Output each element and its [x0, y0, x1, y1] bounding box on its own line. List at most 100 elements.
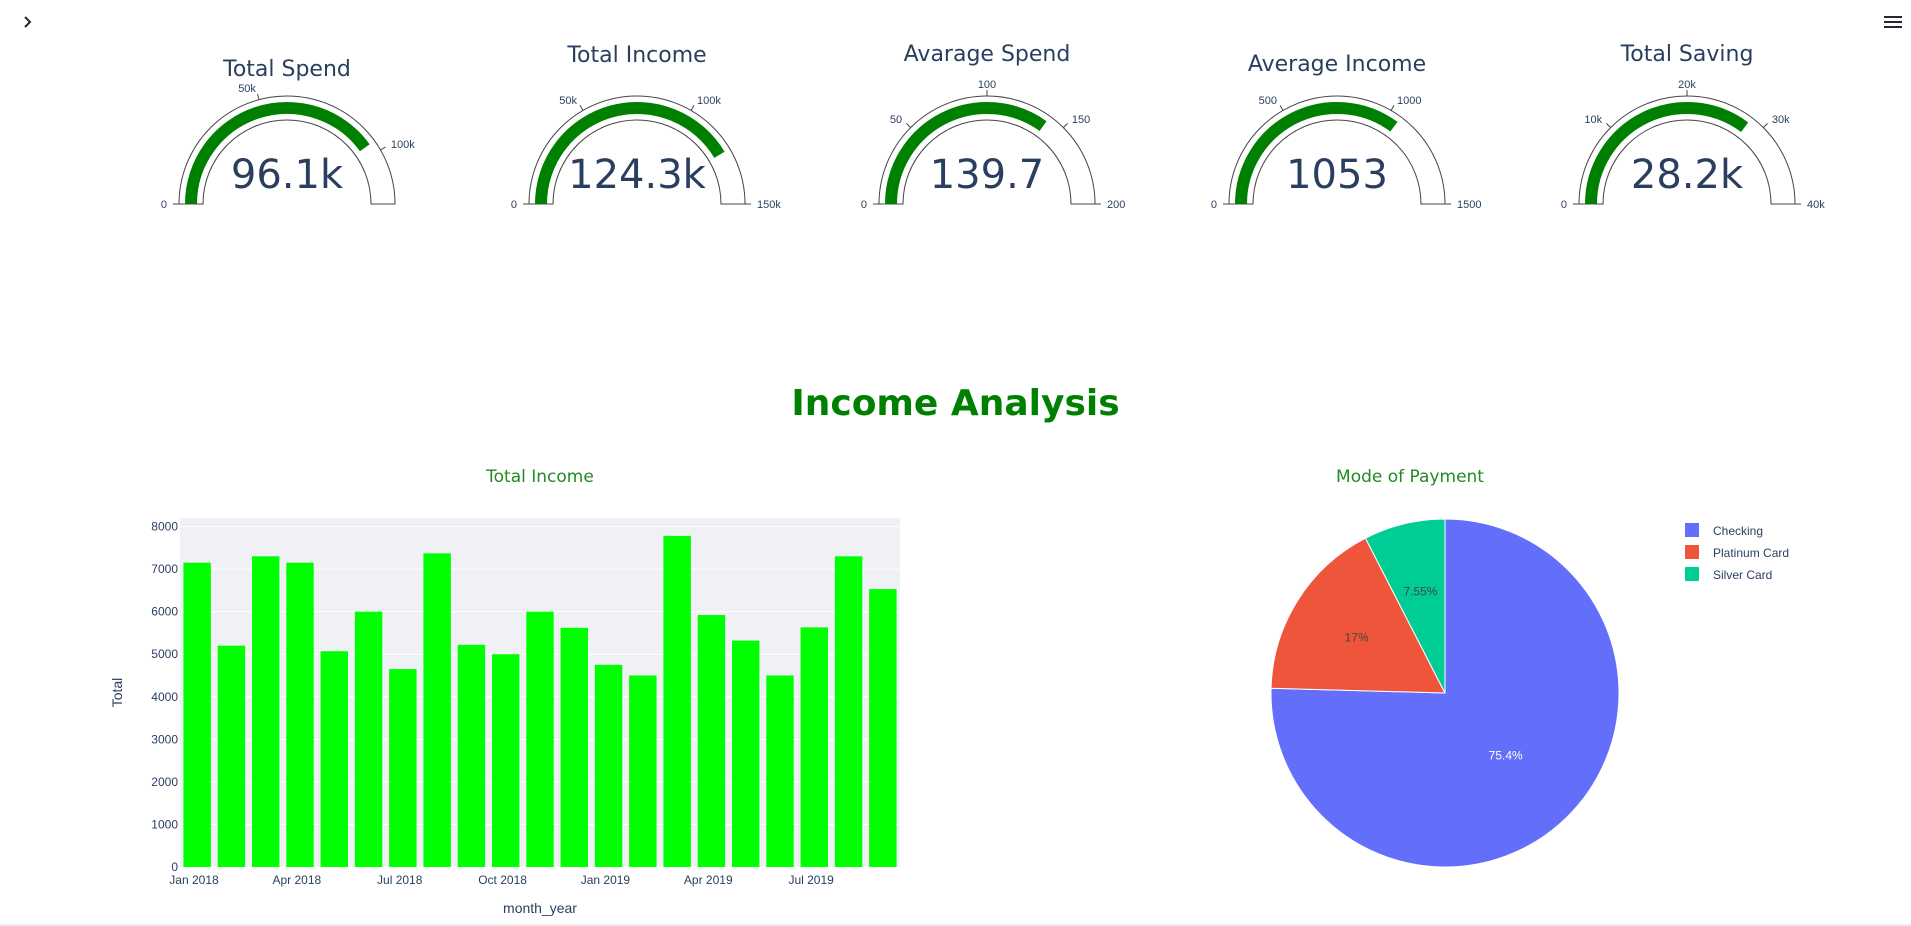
legend-swatch[interactable] [1685, 545, 1699, 559]
gauge-tick [257, 93, 260, 100]
y-tick-label: 2000 [151, 775, 178, 789]
pie-slice-label: 7.55% [1403, 585, 1437, 599]
bar[interactable] [492, 654, 520, 867]
y-tick-label: 0 [171, 860, 178, 874]
gauge-tick-label: 50k [238, 83, 256, 95]
legend-label: Checking [1713, 524, 1763, 538]
chevron-right-icon [24, 16, 32, 28]
gauge-tick-label: 0 [1561, 199, 1567, 211]
bar[interactable] [286, 562, 314, 867]
y-tick-label: 3000 [151, 732, 178, 746]
bar[interactable] [526, 611, 554, 867]
gauge-dial: 0 50 100 150 200 [861, 79, 1125, 211]
bar[interactable] [423, 553, 451, 867]
pie-chart-title: Mode of Payment [1336, 467, 1484, 487]
x-tick-label: Apr 2019 [684, 873, 733, 887]
bar[interactable] [766, 675, 794, 867]
x-tick-label: Jul 2019 [788, 873, 834, 887]
gauge-tick-label: 500 [1259, 95, 1277, 107]
legend-label: Platinum Card [1713, 546, 1789, 560]
x-tick-label: Jan 2018 [169, 873, 219, 887]
bar[interactable] [594, 664, 623, 867]
gauge-tick-label: 100k [697, 95, 721, 107]
gauge-tick-label: 150 [1072, 114, 1090, 126]
gauge-tick [1063, 123, 1068, 128]
gauge-avarage-spend: Avarage Spend 0 50 100 150 200 139.7 [837, 40, 1137, 230]
gauge-tick [579, 105, 584, 111]
bar[interactable] [320, 651, 348, 867]
bar[interactable] [560, 627, 588, 867]
mode-of-payment-pie-chart: 75.4% 17% 7.55% Checking Platinum Card Silver… [1270, 518, 1789, 868]
gauge-tick-label: 100k [391, 139, 415, 151]
bar[interactable] [389, 669, 417, 867]
gauge-tick-label: 20k [1678, 79, 1696, 91]
total-income-bar-chart: 0 1000 2000 3000 4000 5000 6000 7000 8000 Jan 201… [109, 518, 900, 916]
pie-slice-label: 75.4% [1489, 748, 1523, 762]
gauge-value: 139.7 [929, 152, 1045, 198]
gauge-tick-label: 50k [559, 95, 577, 107]
gauge-total-income: Total Income 0 50k 100k 150k 124.3k [487, 40, 787, 230]
gauge-tick [1763, 123, 1768, 128]
gauge-tick [1279, 105, 1284, 111]
hamburger-menu-icon [1884, 16, 1902, 28]
gauge-tick-label: 50 [890, 114, 902, 126]
legend-swatch[interactable] [1685, 567, 1699, 581]
gauge-tick-label: 200 [1107, 199, 1125, 211]
gauge-dial: 0 500 1000 1500 [1211, 95, 1482, 211]
gauge-total-saving: Total Saving 0 10k 20k 30k 40k 28.2k [1537, 40, 1837, 230]
gauge-tick-label: 30k [1772, 114, 1790, 126]
gauge-dial: 0 50k 100k 150k [511, 95, 781, 211]
section-title: Income Analysis [791, 383, 1120, 424]
gauge-dial: 0 10k 20k 30k 40k [1561, 79, 1825, 211]
gauge-value: 124.3k [568, 152, 706, 198]
gauge-tick-label: 150k [757, 199, 781, 211]
x-tick-label: Apr 2018 [273, 873, 322, 887]
bar[interactable] [732, 640, 760, 867]
gauge-tick-label: 0 [161, 199, 167, 211]
gauge-value: 1053 [1286, 152, 1388, 198]
bar[interactable] [354, 611, 383, 867]
gauge-tick-label: 1000 [1397, 95, 1421, 107]
bar[interactable] [629, 675, 657, 867]
y-tick-label: 5000 [151, 647, 178, 661]
x-tick-label: Jul 2018 [377, 873, 423, 887]
gauge-tick-label: 100 [978, 79, 996, 91]
y-tick-label: 4000 [151, 690, 178, 704]
y-tick-label: 6000 [151, 605, 178, 619]
bar-chart-title: Total Income [486, 467, 594, 487]
bar[interactable] [800, 627, 828, 867]
gauge-tick-label: 10k [1584, 114, 1602, 126]
gauge-tick-label: 0 [511, 199, 517, 211]
gauge-tick [690, 105, 695, 111]
x-tick-label: Jan 2019 [581, 873, 631, 887]
legend-label: Silver Card [1713, 568, 1772, 582]
gauge-tick [906, 123, 911, 128]
bar[interactable] [252, 556, 280, 867]
gauge-tick-label: 40k [1807, 199, 1825, 211]
sidebar-expand-button[interactable] [14, 8, 42, 36]
bar[interactable] [663, 535, 691, 867]
bar[interactable] [869, 589, 897, 867]
gauge-value: 96.1k [230, 152, 344, 198]
legend-swatch[interactable] [1685, 523, 1699, 537]
gauge-tick-label: 1500 [1457, 199, 1481, 211]
bar[interactable] [183, 562, 211, 867]
bar[interactable] [217, 645, 246, 867]
gauge-dial: 0 50k 100k [161, 83, 415, 211]
gauge-tick-label: 0 [861, 199, 867, 211]
gauge-average-income: Average Income 0 500 1000 1500 1053 [1187, 40, 1487, 230]
main-menu-button[interactable] [1879, 8, 1907, 36]
gauge-total-spend: Total Spend 0 50k 100k 96.1k [137, 40, 437, 230]
y-tick-label: 1000 [151, 817, 178, 831]
x-tick-label: Oct 2018 [478, 873, 527, 887]
bar[interactable] [457, 644, 486, 867]
y-tick-label: 7000 [151, 562, 178, 576]
gauge-tick [1606, 123, 1611, 128]
x-axis-title: month_year [503, 900, 577, 916]
gauge-tick [380, 146, 386, 151]
gauge-tick [1390, 105, 1395, 111]
bar[interactable] [697, 615, 726, 867]
y-axis-title: Total [109, 678, 125, 708]
bar[interactable] [834, 556, 863, 867]
gauge-tick-label: 0 [1211, 199, 1217, 211]
